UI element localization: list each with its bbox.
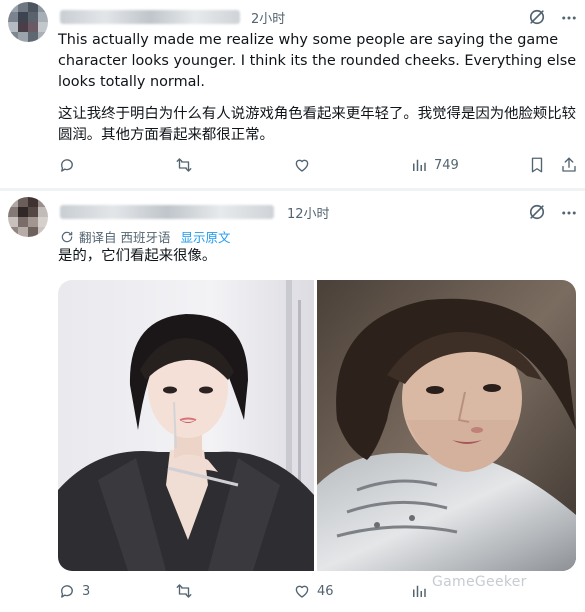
photo-left[interactable] [58, 280, 314, 571]
tweet-time[interactable]: 12小时 [287, 203, 330, 222]
retweet-icon [176, 158, 192, 172]
views-icon [413, 159, 426, 171]
reply-button[interactable]: 3 [58, 582, 90, 600]
tweet-text: This actually made me realize why some p… [58, 30, 578, 146]
bookmark-icon [531, 157, 543, 173]
media-grid [58, 280, 576, 571]
display-name-redacted[interactable] [60, 205, 274, 219]
tweet-1[interactable]: 2小时 This actually made me realize why so… [0, 0, 585, 188]
retweet-button[interactable] [175, 582, 193, 600]
translate-icon [61, 231, 73, 242]
avatar[interactable] [8, 197, 48, 237]
more-icon[interactable] [560, 204, 578, 222]
tweet-text: 是的，它们看起来很像。 [58, 248, 217, 264]
views-count: 749 [434, 157, 459, 173]
heart-icon [295, 585, 309, 598]
photo-woman-portrait [58, 280, 314, 571]
photo-game-character [317, 280, 576, 571]
like-count: 46 [317, 583, 334, 599]
grok-icon[interactable] [527, 202, 547, 222]
grok-icon[interactable] [527, 7, 547, 27]
share-icon [562, 157, 576, 172]
reply-button[interactable] [58, 156, 76, 174]
share-button[interactable] [560, 156, 578, 174]
reply-icon [61, 585, 73, 598]
translated-from-label: 翻译自 西班牙语 [79, 230, 171, 245]
views-button[interactable] [410, 582, 428, 600]
views-button[interactable]: 749 [410, 156, 459, 174]
watermark: GameGeeker [432, 574, 527, 590]
action-bar: 749 [0, 156, 585, 180]
tweet-text-chinese: 这让我终于明白为什么有人说游戏角色看起来更年轻了。我觉得是因为他脸颊比较圆润。其… [58, 106, 577, 143]
tweet-text-english: This actually made me realize why some p… [58, 32, 577, 90]
retweet-icon [176, 584, 192, 598]
photo-right[interactable] [317, 280, 576, 571]
bookmark-button[interactable] [528, 156, 546, 174]
reply-count: 3 [82, 583, 91, 599]
tweet-2[interactable]: 12小时 翻译自 西班牙语 显示原文 是的，它们看起来很像。 3 46 [0, 191, 585, 612]
tweet-time[interactable]: 2小时 [251, 8, 285, 27]
avatar[interactable] [8, 2, 48, 42]
heart-icon [295, 159, 309, 172]
like-button[interactable] [293, 156, 311, 174]
show-original-link[interactable]: 显示原文 [180, 227, 230, 246]
like-button[interactable]: 46 [293, 582, 334, 600]
retweet-button[interactable] [175, 156, 193, 174]
translation-notice: 翻译自 西班牙语 显示原文 [60, 227, 231, 246]
display-name-redacted[interactable] [60, 10, 240, 24]
reply-icon [61, 159, 73, 172]
views-icon [413, 585, 426, 597]
more-icon[interactable] [560, 9, 578, 27]
